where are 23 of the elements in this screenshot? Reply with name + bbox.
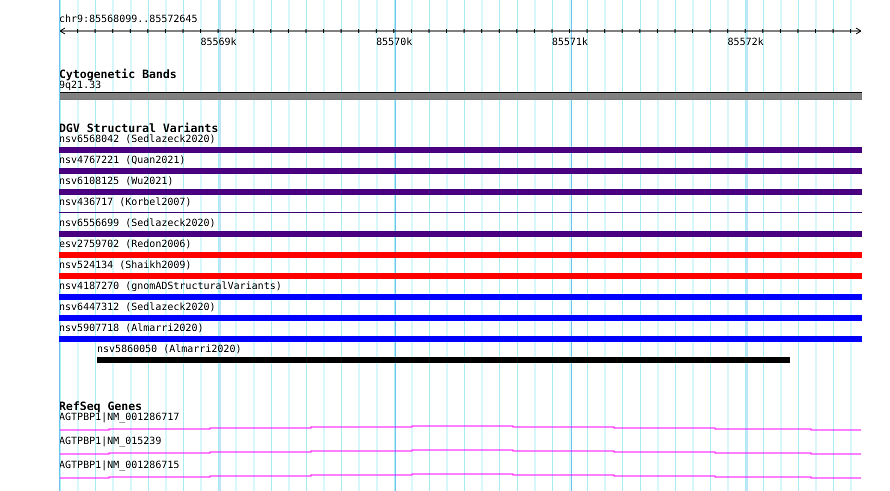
track-title: RefSeq Genes <box>59 400 142 412</box>
variant-label: nsv6447312 (Sedlazeck2020) <box>59 302 216 314</box>
locus-label: chr9:85568099..85572645 <box>59 13 198 26</box>
tick-label: 85572k <box>728 37 764 49</box>
variant-label: nsv5907718 (Almarri2020) <box>59 323 204 335</box>
gene-label: AGTPBP1|NM_001286717 <box>59 412 180 424</box>
variant-label: nsv5860050 (Almarri2020) <box>97 344 242 356</box>
gene-label: AGTPBP1|NM_001286715 <box>59 460 180 472</box>
variant-label: nsv6556699 (Sedlazeck2020) <box>59 218 216 230</box>
cytoband-label: 9q21.33 <box>59 80 102 92</box>
track-title: DGV Structural Variants <box>59 122 218 134</box>
tick-label: 85571k <box>552 37 588 49</box>
track-title: Cytogenetic Bands <box>59 68 177 80</box>
variant-label: nsv6568042 (Sedlazeck2020) <box>59 134 216 146</box>
tick-label: 85569k <box>200 37 237 49</box>
variant-label: nsv4187270 (gnomADStructuralVariants) <box>59 281 282 293</box>
gene-label: AGTPBP1|NM_015239 <box>59 436 162 448</box>
variant-label: esv2759702 (Redon2006) <box>59 239 192 251</box>
variant-label: nsv524134 (Shaikh2009) <box>59 260 192 272</box>
variant-label: nsv4767221 (Quan2021) <box>59 155 186 167</box>
variant-label: nsv6108125 (Wu2021) <box>59 176 174 188</box>
variant-label: nsv436717 (Korbel2007) <box>59 197 192 209</box>
tick-label: 85570k <box>376 37 412 49</box>
